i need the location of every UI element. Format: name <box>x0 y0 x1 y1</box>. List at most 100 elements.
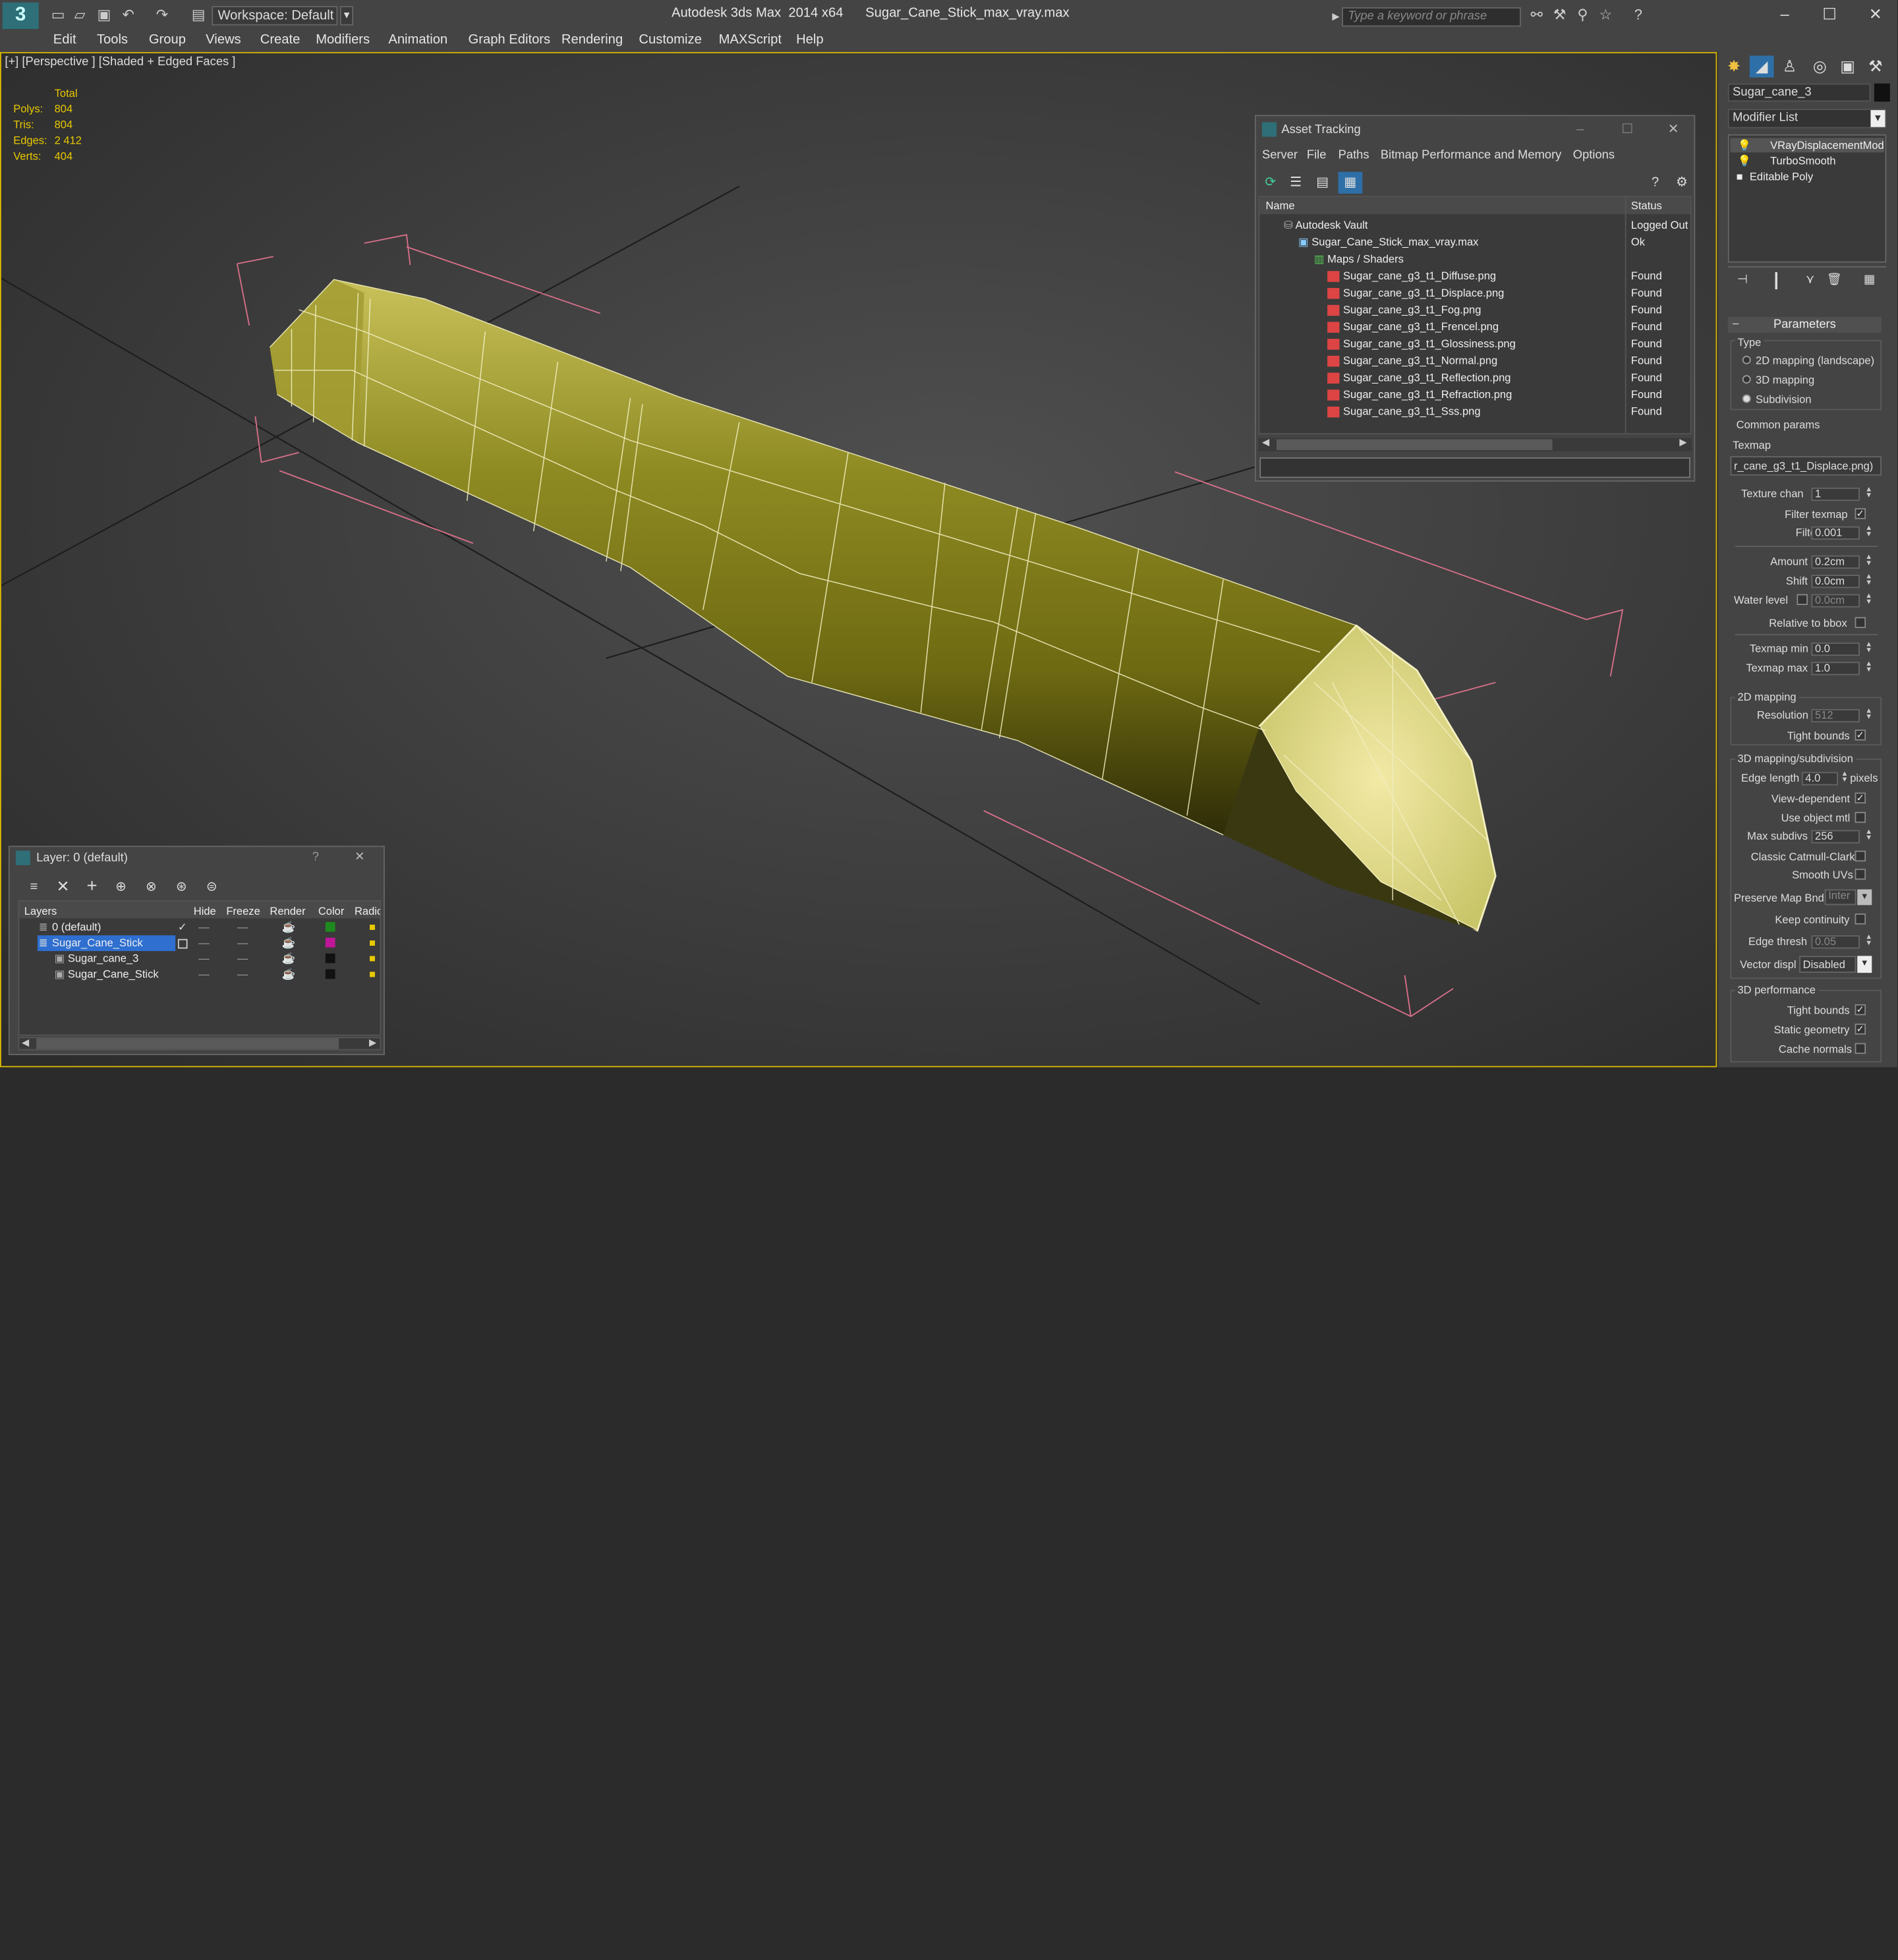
tools-icon[interactable]: ⚒ <box>1550 6 1569 23</box>
workspace-dropdown[interactable]: Workspace: Default <box>212 6 338 26</box>
radio-3d-mapping[interactable] <box>1742 375 1751 384</box>
asset-menu-options[interactable]: Options <box>1573 149 1615 162</box>
chevron-down-icon[interactable]: ▼ <box>1857 889 1872 906</box>
menu-edit[interactable]: Edit <box>53 33 76 47</box>
column-header-color[interactable]: Color <box>318 905 345 917</box>
texmap-button[interactable]: r_cane_g3_t1_Displace.png) <box>1730 456 1882 476</box>
render-teapot-icon[interactable]: ☕ <box>282 967 296 983</box>
render-teapot-icon[interactable]: ☕ <box>282 951 296 967</box>
table-view-icon[interactable]: ▦ <box>1338 171 1363 194</box>
object-name-field[interactable]: Sugar_cane_3 <box>1727 83 1871 102</box>
hide-toggle[interactable]: — <box>198 951 210 967</box>
binoculars-icon[interactable]: ⚯ <box>1527 6 1546 23</box>
filter-blur-field[interactable]: 0.001 <box>1811 526 1860 540</box>
search-expand-icon[interactable]: ▶ <box>1332 7 1342 26</box>
spinner-icon[interactable]: ▲ ▼ <box>1864 934 1873 948</box>
add-layer-icon[interactable]: + <box>80 876 104 898</box>
freeze-toggle[interactable]: — <box>237 935 248 951</box>
help-icon[interactable]: ? <box>1643 172 1667 194</box>
keep-continuity-checkbox[interactable] <box>1855 913 1866 925</box>
parameters-rollout-header[interactable]: Parameters <box>1727 317 1882 333</box>
lightbulb-icon[interactable]: 💡 <box>1737 139 1751 152</box>
freeze-toggle[interactable]: — <box>237 967 248 983</box>
filter-texmap-checkbox[interactable]: ✓ <box>1855 508 1866 519</box>
layer-color-swatch[interactable] <box>325 937 335 948</box>
layer-properties-icon[interactable]: ≡ <box>22 876 46 898</box>
stack-item-vray-displacement[interactable]: VRayDisplacementMod <box>1770 139 1884 151</box>
table-row[interactable]: ▣ Sugar_Cane_Stick — — ☕ ■ <box>19 967 380 983</box>
scroll-right-icon[interactable]: ▶ <box>1679 437 1686 448</box>
smooth-uvs-checkbox[interactable] <box>1855 869 1866 880</box>
project-folder-icon[interactable]: ▤ <box>188 6 208 23</box>
radio-subdivision[interactable] <box>1742 394 1751 403</box>
current-layer-check-icon[interactable]: ✓ <box>178 919 187 935</box>
refresh-icon[interactable]: ⟳ <box>1258 172 1282 194</box>
pin-stack-icon[interactable]: ⊣ <box>1730 270 1754 291</box>
scrollbar-thumb[interactable] <box>1276 439 1553 450</box>
asset-path-field[interactable] <box>1259 457 1690 478</box>
freeze-toggle[interactable]: — <box>237 919 248 935</box>
shift-field[interactable]: 0.0cm <box>1811 575 1860 589</box>
spinner-icon[interactable]: ▲ ▼ <box>1864 829 1873 843</box>
asset-menu-file[interactable]: File <box>1307 149 1327 162</box>
minimize-icon[interactable]: – <box>1767 4 1803 26</box>
menu-maxscript[interactable]: MAXScript <box>719 33 782 47</box>
column-header-status[interactable]: Status <box>1631 197 1662 214</box>
spinner-icon[interactable]: ▲ ▼ <box>1864 641 1873 656</box>
layer-help-icon[interactable]: ? <box>312 851 319 864</box>
water-level-checkbox[interactable] <box>1797 594 1808 605</box>
modify-tab-icon[interactable]: ◢ <box>1749 55 1774 78</box>
water-level-field[interactable]: 0.0cm <box>1811 594 1860 608</box>
column-header-radiosity[interactable]: Radio <box>355 905 380 917</box>
relative-bbox-checkbox[interactable] <box>1855 617 1866 628</box>
app-logo-icon[interactable]: 3 <box>2 2 39 30</box>
viewport-label[interactable]: [+] [Perspective ] [Shaded + Edged Faces… <box>5 55 235 69</box>
tight-bounds2-checkbox[interactable]: ✓ <box>1855 1004 1866 1016</box>
menu-create[interactable]: Create <box>260 33 301 47</box>
about-icon[interactable]: ⚙ <box>1670 172 1694 194</box>
classic-catmull-checkbox[interactable] <box>1855 850 1866 862</box>
table-row[interactable]: Sugar_cane_g3_t1_Displace.png Found <box>1259 284 1690 301</box>
add-selection-icon[interactable]: ⊕ <box>109 876 133 898</box>
menu-help[interactable]: Help <box>796 33 824 47</box>
table-row[interactable]: Sugar_cane_g3_t1_Normal.png Found <box>1259 352 1690 369</box>
chevron-down-icon[interactable]: ▼ <box>339 6 354 26</box>
modifier-list-dropdown[interactable]: Modifier List <box>1727 109 1887 129</box>
object-color-swatch[interactable] <box>1874 83 1890 102</box>
spinner-icon[interactable]: ▲ ▼ <box>1864 708 1873 722</box>
menu-customize[interactable]: Customize <box>639 33 701 47</box>
favorite-star-icon[interactable]: ☆ <box>1596 6 1615 23</box>
table-row[interactable]: Sugar_cane_g3_t1_Refraction.png Found <box>1259 386 1690 403</box>
asset-menu-paths[interactable]: Paths <box>1338 149 1369 162</box>
layer-color-swatch[interactable] <box>325 969 335 979</box>
texture-chan-field[interactable]: 1 <box>1811 487 1860 502</box>
table-row[interactable]: ▣ Sugar_Cane_Stick_max_vray.max Ok <box>1259 233 1690 250</box>
scroll-right-icon[interactable]: ▶ <box>369 1037 376 1048</box>
save-icon[interactable]: ▣ <box>94 6 113 23</box>
help-icon[interactable]: ? <box>1628 6 1648 23</box>
detail-view-icon[interactable]: ▤ <box>1310 172 1335 194</box>
menu-animation[interactable]: Animation <box>388 33 447 47</box>
stack-item-editable-poly[interactable]: Editable Poly <box>1750 171 1813 183</box>
remove-modifier-icon[interactable]: 🗑 <box>1822 270 1847 291</box>
current-layer-box[interactable] <box>177 938 188 949</box>
close-icon[interactable]: ✕ <box>1656 119 1690 140</box>
menu-views[interactable]: Views <box>206 33 241 47</box>
make-unique-icon[interactable]: ⋎ <box>1798 270 1822 291</box>
menu-graph-editors[interactable]: Graph Editors <box>469 33 551 47</box>
list-view-icon[interactable]: ☰ <box>1284 172 1308 194</box>
configure-sets-icon[interactable]: ▦ <box>1857 270 1882 291</box>
vector-displ-dropdown[interactable]: Disabled <box>1799 956 1856 973</box>
radiosity-icon[interactable]: ■ <box>369 935 376 951</box>
asset-menu-server[interactable]: Server <box>1262 149 1298 162</box>
table-row[interactable]: Sugar_cane_g3_t1_Glossiness.png Found <box>1259 335 1690 353</box>
column-header-freeze[interactable]: Freeze <box>226 905 260 917</box>
texmap-min-field[interactable]: 0.0 <box>1811 642 1860 656</box>
table-row[interactable]: Sugar_cane_g3_t1_Fog.png Found <box>1259 301 1690 318</box>
freeze-toggle[interactable]: — <box>237 951 248 967</box>
lightbulb-icon[interactable]: 💡 <box>1737 155 1751 168</box>
rollout-minus-icon[interactable]: – <box>1733 317 1739 329</box>
radiosity-icon[interactable]: ■ <box>369 919 376 935</box>
table-row[interactable]: ⛁ Autodesk Vault Logged Out <box>1259 217 1690 234</box>
tight-bounds-checkbox[interactable]: ✓ <box>1855 730 1866 741</box>
